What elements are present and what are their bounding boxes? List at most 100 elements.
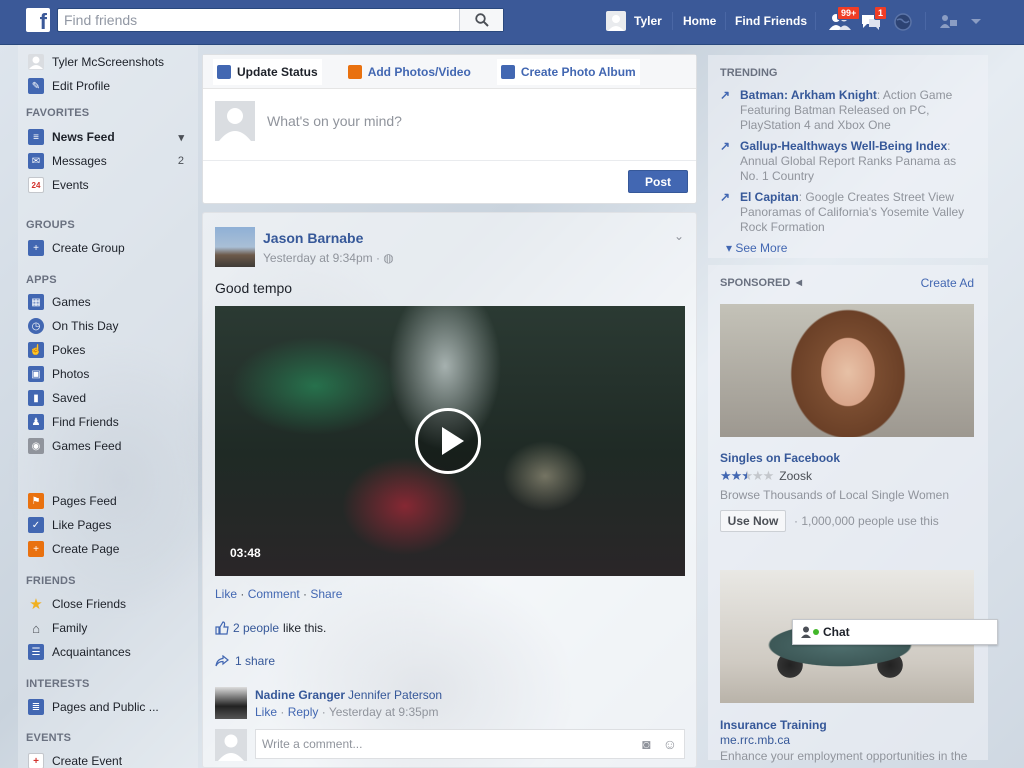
sidebar-item-games-feed[interactable]: ◉ Games Feed bbox=[28, 436, 188, 456]
sidebar-item-pages-feed[interactable]: ⚑ Pages Feed bbox=[28, 491, 188, 511]
sidebar-item-find-friends[interactable]: ♟ Find Friends bbox=[28, 412, 188, 432]
sidebar-interests-heading: INTERESTS bbox=[26, 678, 90, 690]
play-icon[interactable] bbox=[415, 408, 481, 474]
sidebar-item-create-event[interactable]: + Create Event bbox=[28, 751, 188, 768]
comment-timestamp[interactable]: Yesterday at 9:35pm bbox=[329, 705, 439, 719]
sidebar-profile-link[interactable]: Tyler McScreenshots bbox=[28, 52, 188, 72]
messages-jewel[interactable]: 1 bbox=[860, 6, 888, 32]
tab-add-photos-video[interactable]: Add Photos/Video bbox=[344, 59, 475, 85]
sidebar-item-events[interactable]: 24 Events bbox=[28, 175, 188, 195]
sidebar-item-label: Photos bbox=[52, 367, 90, 381]
comment-like-link[interactable]: Like bbox=[255, 705, 277, 719]
sidebar-item-label: Pages Feed bbox=[52, 494, 117, 508]
nav-divider bbox=[815, 12, 816, 30]
sidebar-favorites-heading: FAVORITES bbox=[26, 107, 90, 119]
person-icon bbox=[801, 626, 811, 638]
video-player[interactable]: 03:48 bbox=[215, 306, 685, 576]
sidebar-item-acquaintances[interactable]: ☰ Acquaintances bbox=[28, 642, 188, 662]
default-avatar-icon bbox=[218, 734, 244, 761]
tab-update-status[interactable]: Update Status bbox=[213, 58, 322, 85]
sidebar-item-pages-public[interactable]: ≣ Pages and Public ... bbox=[28, 697, 188, 717]
sidebar-item-saved[interactable]: ▮ Saved bbox=[28, 388, 188, 408]
sidebar-item-like-pages[interactable]: ✓ Like Pages bbox=[28, 515, 188, 535]
comment-reply-link[interactable]: Reply bbox=[288, 705, 319, 719]
ad-title-link[interactable]: Singles on Facebook bbox=[720, 451, 840, 465]
sidebar-item-family[interactable]: ⌂ Family bbox=[28, 618, 188, 638]
composer-body: What's on your mind? bbox=[215, 101, 685, 161]
nav-find-friends-link[interactable]: Find Friends bbox=[735, 14, 807, 28]
post-author-link[interactable]: Jason Barnabe bbox=[263, 230, 363, 246]
chat-tab[interactable]: Chat bbox=[792, 619, 998, 645]
post-timestamp[interactable]: Yesterday at 9:34pm · ◍ bbox=[263, 251, 394, 265]
sidebar-edit-profile[interactable]: ✎ Edit Profile bbox=[28, 76, 188, 96]
account-menu-button[interactable] bbox=[968, 10, 992, 32]
nav-home-link[interactable]: Home bbox=[683, 14, 716, 28]
sidebar-item-photos[interactable]: ▣ Photos bbox=[28, 364, 188, 384]
emoji-icon[interactable]: ☺ bbox=[663, 736, 677, 752]
shares-link[interactable]: 1 share bbox=[215, 654, 275, 668]
plus-icon: + bbox=[28, 240, 44, 256]
ad-description: Browse Thousands of Local Single Women bbox=[720, 488, 950, 502]
camera-icon[interactable]: ◙ bbox=[642, 736, 650, 752]
avatar[interactable] bbox=[215, 227, 255, 267]
privacy-shortcuts-button[interactable] bbox=[940, 10, 964, 32]
search-input[interactable] bbox=[58, 9, 458, 31]
tab-label: Add Photos/Video bbox=[367, 64, 471, 79]
sidebar-item-label: Messages bbox=[52, 154, 107, 168]
likes-suffix: like this. bbox=[283, 621, 327, 635]
trending-item[interactable]: ↗ Gallup-Healthways Well-Being Index: An… bbox=[720, 139, 970, 184]
feed-story: Jason Barnabe Yesterday at 9:34pm · ◍ ⌄ … bbox=[202, 212, 697, 768]
left-sidebar: Tyler McScreenshots ✎ Edit Profile FAVOR… bbox=[18, 45, 198, 768]
post-button[interactable]: Post bbox=[628, 170, 688, 193]
likes-summary: 2 people like this. bbox=[215, 621, 326, 635]
facebook-logo-icon[interactable]: f bbox=[26, 8, 50, 32]
sponsored-heading: SPONSORED ◄ bbox=[720, 277, 804, 289]
trending-item[interactable]: ↗ Batman: Arkham Knight: Action Game Fea… bbox=[720, 88, 970, 133]
sidebar-item-label: Games Feed bbox=[52, 439, 122, 453]
use-now-button[interactable]: Use Now bbox=[720, 510, 786, 532]
ad-image[interactable] bbox=[720, 304, 974, 437]
comment-tagged-name-link[interactable]: Jennifer Paterson bbox=[348, 688, 442, 702]
shares-count: 1 share bbox=[235, 654, 276, 668]
comment-item: Nadine Granger Jennifer Paterson Like · R… bbox=[215, 687, 685, 723]
poke-finger-icon: ☝ bbox=[28, 342, 44, 358]
sidebar-item-messages[interactable]: ✉ Messages 2 bbox=[28, 151, 188, 171]
share-link[interactable]: Share bbox=[310, 587, 342, 601]
sidebar-item-create-page[interactable]: + Create Page bbox=[28, 539, 188, 559]
tab-create-photo-album[interactable]: Create Photo Album bbox=[496, 58, 640, 85]
sidebar-item-label: Close Friends bbox=[52, 597, 127, 611]
sidebar-item-create-group[interactable]: + Create Group bbox=[28, 238, 188, 258]
sidebar-item-pokes[interactable]: ☝ Pokes bbox=[28, 340, 188, 360]
create-ad-link[interactable]: Create Ad bbox=[921, 276, 974, 290]
star-icon: ★ bbox=[29, 596, 43, 613]
default-avatar-icon bbox=[608, 15, 624, 31]
sidebar-item-on-this-day[interactable]: ◷ On This Day bbox=[28, 316, 188, 336]
like-link[interactable]: Like bbox=[215, 587, 237, 601]
comment-author-link[interactable]: Nadine Granger bbox=[255, 688, 345, 702]
trending-title: El Capitan bbox=[740, 190, 799, 204]
ad-title-link[interactable]: Insurance Training bbox=[720, 718, 827, 732]
ad-url[interactable]: me.rrc.mb.ca bbox=[720, 733, 970, 747]
search-button[interactable] bbox=[459, 9, 503, 31]
comment-input[interactable] bbox=[255, 729, 685, 759]
sidebar-item-close-friends[interactable]: ★ Close Friends bbox=[28, 594, 188, 614]
likers-link[interactable]: 2 people bbox=[233, 621, 279, 635]
sidebar-item-label: Events bbox=[52, 178, 89, 192]
avatar bbox=[606, 11, 626, 31]
default-avatar-icon bbox=[219, 108, 251, 141]
sidebar-item-games[interactable]: ▦ Games bbox=[28, 292, 188, 312]
composer-prompt-input[interactable]: What's on your mind? bbox=[267, 113, 402, 129]
trending-see-more-link[interactable]: ▾ See More bbox=[726, 241, 787, 255]
news-feed-options-chevron-icon[interactable]: ▾ bbox=[178, 131, 184, 144]
post-options-chevron-icon[interactable]: ⌄ bbox=[674, 229, 684, 243]
trending-text: El Capitan: Google Creates Street View P… bbox=[740, 190, 970, 235]
sidebar-item-news-feed[interactable]: ≡ News Feed ▾ bbox=[28, 127, 188, 147]
notifications-jewel[interactable] bbox=[893, 10, 917, 32]
nav-profile-link[interactable]: Tyler bbox=[606, 10, 662, 32]
plus-icon: + bbox=[28, 541, 44, 557]
nav-divider bbox=[725, 12, 726, 30]
comment-link[interactable]: Comment bbox=[248, 587, 300, 601]
trending-item[interactable]: ↗ El Capitan: Google Creates Street View… bbox=[720, 190, 970, 235]
avatar[interactable] bbox=[215, 687, 247, 719]
friend-requests-jewel[interactable]: 99+ bbox=[829, 6, 861, 32]
